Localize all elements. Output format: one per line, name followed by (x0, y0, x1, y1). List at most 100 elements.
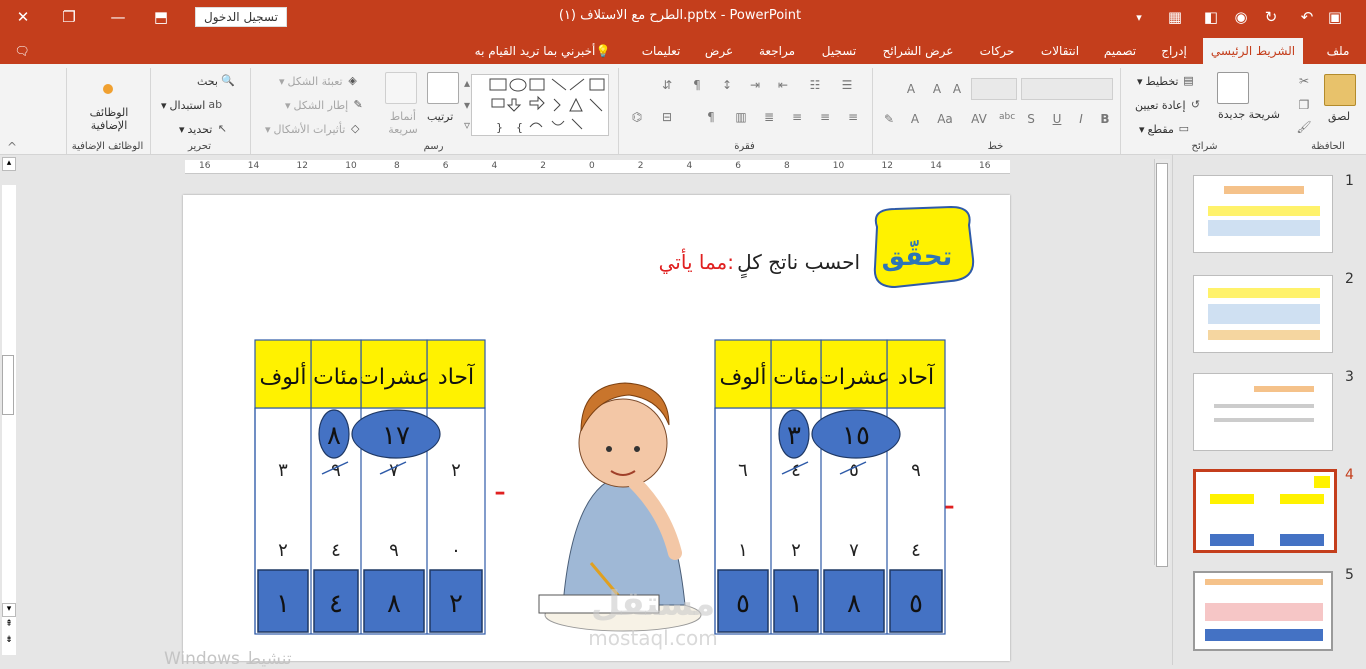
align-right-icon[interactable]: ≡ (845, 110, 861, 124)
slide-editor[interactable]: 16 14 12 10 8 6 4 2 0 2 4 6 8 10 12 14 16 ▴ ▾ ⇞ ⇟ تحقّق … (0, 155, 1172, 669)
quick-styles-icon[interactable] (385, 72, 417, 104)
slide-canvas[interactable]: تحقّق احسب ناتج كلٍ مما يأتي: – – مستقل … (183, 195, 1010, 661)
present-icon[interactable]: ▦ (1160, 4, 1190, 30)
sign-in-button[interactable]: تسجيل الدخول (195, 7, 287, 27)
reset-button[interactable]: ↺ إعادة تعيين (1135, 98, 1203, 112)
scroll-up-icon[interactable]: ▴ (2, 157, 16, 171)
section-button[interactable]: ▭ مقطع ▾ (1139, 122, 1191, 136)
underline-icon[interactable]: U (1049, 112, 1065, 126)
thumb-badge (1314, 476, 1330, 488)
decrease-font-icon[interactable]: A (949, 82, 965, 96)
customize-qat-icon[interactable]: ▾ (1124, 4, 1154, 30)
save-icon[interactable]: ▣ (1320, 4, 1350, 30)
touch-mode-icon[interactable]: ◉ (1226, 4, 1256, 30)
numbering-icon[interactable]: ☷ (807, 78, 823, 92)
column-header-ones: آحاد (898, 363, 935, 390)
char-spacing-icon[interactable]: AV (971, 112, 987, 126)
editor-vertical-scrollbar[interactable] (1154, 159, 1170, 567)
copy-icon[interactable]: ❐ (1296, 98, 1312, 112)
align-left-icon[interactable]: ≡ (789, 110, 805, 124)
tab-record[interactable]: تسجيل (812, 38, 866, 64)
select-button[interactable]: ↖ تحديد ▾ (179, 122, 229, 136)
arrange-button[interactable]: ترتيب (427, 110, 453, 123)
align-center-icon[interactable]: ≡ (817, 110, 833, 124)
replace-button[interactable]: ab استبدال ▾ (161, 98, 222, 112)
change-case-icon[interactable]: Aa (937, 112, 953, 126)
tab-design[interactable]: تصميم (1094, 38, 1146, 64)
tab-transitions[interactable]: انتقالات (1030, 38, 1090, 64)
scroll-down-icon[interactable]: ▾ (2, 603, 16, 617)
new-slide-button[interactable]: شريحة جديدة (1217, 108, 1281, 121)
strikethrough-icon[interactable]: abc (999, 112, 1015, 122)
collapse-ribbon-icon[interactable]: ^ (4, 140, 20, 154)
italic-icon[interactable]: I (1073, 112, 1089, 126)
find-button[interactable]: 🔍 بحث (197, 74, 235, 88)
clear-format-icon[interactable]: A (903, 82, 919, 96)
addins-button[interactable]: الوظائف الإضافية (77, 106, 141, 132)
increase-font-icon[interactable]: A (929, 82, 945, 96)
format-painter-icon[interactable]: 🖌 (1296, 120, 1312, 134)
thumbnail-slide-3[interactable] (1193, 373, 1333, 451)
rtl-icon[interactable]: ¶ (689, 78, 705, 92)
thumbnail-slide-2[interactable] (1193, 275, 1333, 353)
slides-label: شرائح (1191, 141, 1218, 152)
bullets-icon[interactable]: ☰ (839, 78, 855, 92)
title-bar: ✕ ❐ — ⬒ تسجيل الدخول الطرح مع الاستلاف (… (0, 0, 1366, 34)
columns-icon[interactable]: ▥ (733, 110, 749, 124)
decrease-indent-icon[interactable]: ⇤ (775, 78, 791, 92)
increase-indent-icon[interactable]: ⇥ (747, 78, 763, 92)
font-size-box[interactable] (971, 78, 1017, 100)
shapes-gallery[interactable]: } { (471, 74, 609, 136)
ltr-icon[interactable]: ¶ (703, 110, 719, 124)
shadow-icon[interactable]: S (1023, 112, 1039, 126)
addins-icon[interactable] (103, 84, 113, 94)
vertical-scroll-thumb[interactable] (2, 355, 14, 415)
tab-insert[interactable]: إدراج (1150, 38, 1198, 64)
highlight-icon[interactable]: ✎ (881, 112, 897, 126)
tab-review[interactable]: مراجعة (748, 38, 806, 64)
font-name-box[interactable] (1021, 78, 1113, 100)
font-color-icon[interactable]: A (907, 112, 923, 126)
scroll-down-icon[interactable]: ▾ (459, 98, 475, 112)
close-icon[interactable]: ✕ (8, 4, 38, 30)
next-slide-icon[interactable]: ⇟ (2, 635, 16, 649)
tab-home[interactable]: الشريط الرئيسي (1203, 38, 1303, 64)
line-spacing-icon[interactable]: ↕ (719, 78, 735, 92)
tab-animations[interactable]: حركات (970, 38, 1024, 64)
justify-icon[interactable]: ≣ (761, 110, 777, 124)
shape-fill-button[interactable]: ◈ تعبئة الشكل ▾ (279, 74, 360, 88)
previous-slide-icon[interactable]: ⇞ (2, 619, 16, 633)
undo-icon[interactable]: ↶ (1292, 4, 1322, 30)
more-shapes-icon[interactable]: ▿ (459, 118, 475, 132)
bold-icon[interactable]: B (1097, 112, 1113, 126)
align-text-icon[interactable]: ⊟ (659, 110, 675, 124)
tell-me-search[interactable]: أخبرني بما تريد القيام به (460, 38, 610, 64)
from-beginning-icon[interactable]: ◧ (1196, 4, 1226, 30)
tab-help[interactable]: تعليمات (630, 38, 692, 64)
paste-icon[interactable] (1324, 74, 1356, 106)
thumbnail-slide-1[interactable] (1193, 175, 1333, 253)
cut-icon[interactable]: ✂ (1296, 74, 1312, 88)
paste-button[interactable]: لصق (1328, 110, 1350, 123)
ribbon-display-icon[interactable]: ⬒ (146, 4, 176, 30)
restore-icon[interactable]: ❐ (54, 4, 84, 30)
tab-slideshow[interactable]: عرض الشرائح (872, 38, 964, 64)
minimize-icon[interactable]: — (103, 4, 133, 30)
thumbnail-slide-5[interactable] (1193, 571, 1333, 651)
layout-button[interactable]: ▤ تخطيط ▾ (1137, 74, 1195, 88)
shape-effects-button[interactable]: ◇ تأثيرات الأشكال ▾ (265, 122, 362, 136)
shape-outline-button[interactable]: ✎ إطار الشكل ▾ (285, 98, 365, 112)
tab-file[interactable]: ملف (1318, 38, 1358, 64)
quick-styles-button[interactable]: أنماط سريعة (381, 110, 425, 136)
smartart-icon[interactable]: ⌬ (629, 110, 645, 124)
redo-icon[interactable]: ↻ (1256, 4, 1286, 30)
tab-view[interactable]: عرض (696, 38, 742, 64)
text-direction-icon[interactable]: ⇵ (659, 78, 675, 92)
thumbnail-slide-4[interactable] (1193, 469, 1337, 553)
scrollbar-thumb[interactable] (1156, 163, 1168, 567)
comments-icon[interactable]: 🗨 (8, 38, 36, 64)
reset-icon: ↺ (1190, 98, 1201, 111)
arrange-icon[interactable] (427, 72, 459, 104)
scroll-up-icon[interactable]: ▴ (459, 76, 475, 90)
new-slide-icon[interactable] (1217, 72, 1249, 104)
